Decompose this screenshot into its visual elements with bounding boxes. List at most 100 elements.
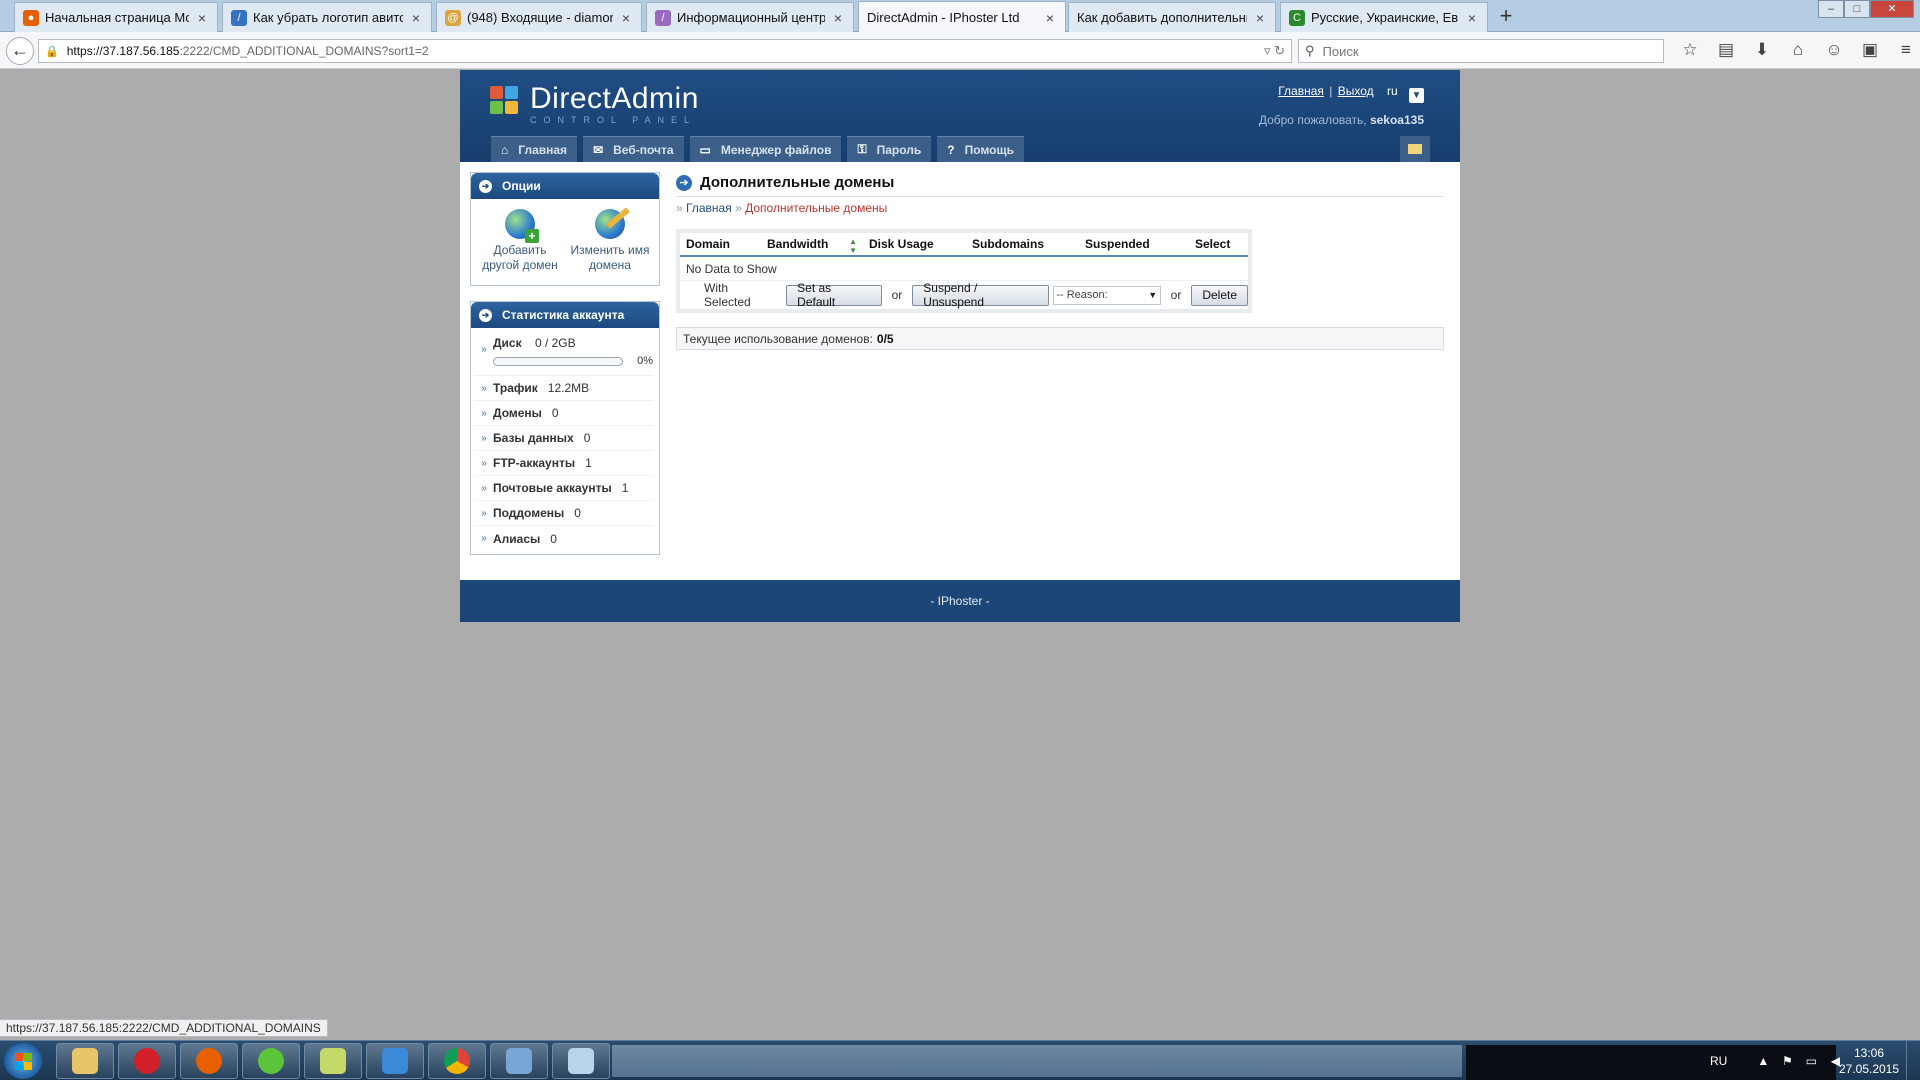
column-domain[interactable]: Domain	[680, 237, 761, 251]
url-bar[interactable]: 🔒 https://37.187.56.185:2222/CMD_ADDITIO…	[38, 39, 1292, 63]
home-icon[interactable]: ⌂	[1780, 40, 1816, 60]
domain-usage-bar: Текущее использование доменов: 0/5	[676, 327, 1444, 350]
tab-title: Русские, Украинские, Евр...	[1311, 10, 1459, 25]
reload-icon[interactable]: ▿ ↻	[1264, 43, 1285, 59]
icq-icon[interactable]	[242, 1043, 300, 1079]
message-envelope-icon[interactable]	[1400, 136, 1430, 162]
search-input[interactable]: ⚲ Поиск	[1298, 39, 1664, 63]
network-app-icon[interactable]	[366, 1043, 424, 1079]
document-app-icon[interactable]	[552, 1043, 610, 1079]
page-footer: - IPhoster -	[460, 580, 1460, 622]
nav-password[interactable]: ⚿ Пароль	[847, 136, 932, 162]
tab-3[interactable]: / Информационный центр ... ×	[646, 2, 854, 32]
set-default-button[interactable]: Set as Default	[786, 281, 882, 309]
tab-4[interactable]: DirectAdmin - IPhoster Ltd ×	[858, 1, 1066, 33]
options-header: ➔ Опции	[471, 173, 659, 199]
show-desktop-button[interactable]	[1906, 1041, 1920, 1080]
reason-select[interactable]: -- Reason: ▼	[1053, 285, 1161, 305]
window-app-icon[interactable]	[490, 1043, 548, 1079]
main-nav: ⌂ Главная ✉ Веб-почта ▭ Менеджер файлов …	[491, 136, 1030, 162]
or-label: or	[891, 288, 903, 302]
column-suspended[interactable]: Suspended	[1079, 237, 1189, 251]
bookmark-star-icon[interactable]: ☆	[1672, 40, 1708, 60]
column-disk-usage[interactable]: Disk Usage	[863, 237, 966, 251]
rename-domain-option[interactable]: Изменить имя домена	[567, 207, 653, 273]
stat-row: » Почтовые аккаунты 1	[475, 476, 653, 501]
close-icon[interactable]: ×	[409, 10, 423, 26]
bookmarks-list-icon[interactable]: ▤	[1708, 40, 1744, 60]
new-tab-button[interactable]: +	[1494, 5, 1518, 27]
tab-5[interactable]: Как добавить дополнительны... ×	[1068, 2, 1276, 32]
page-icon: /	[655, 9, 671, 26]
clock-time: 13:06	[1853, 1046, 1885, 1060]
clock-date: 27.05.2015	[1838, 1062, 1900, 1076]
window-close-icon[interactable]: ✕	[1870, 0, 1914, 18]
suspend-unsuspend-button[interactable]: Suspend / Unsuspend	[912, 281, 1050, 309]
menu-icon[interactable]: ≡	[1888, 40, 1920, 60]
stat-row: » Базы данных 0	[475, 426, 653, 451]
maximize-icon[interactable]: □	[1844, 0, 1870, 18]
stat-value: 0	[551, 406, 559, 420]
flag-icon[interactable]: ⚑	[1777, 1054, 1797, 1068]
tab-title: DirectAdmin - IPhoster Ltd	[867, 10, 1020, 25]
column-bandwidth[interactable]: Bandwidth ▲ ▼	[761, 237, 863, 255]
firefox-taskbar-icon[interactable]	[180, 1043, 238, 1079]
close-icon[interactable]: ×	[831, 10, 845, 26]
delete-button[interactable]: Delete	[1191, 284, 1249, 306]
home-icon: ⌂	[501, 142, 509, 157]
column-subdomains[interactable]: Subdomains	[966, 237, 1079, 251]
page-header: DirectAdmin CONTROL PANEL Главная | Выхо…	[460, 70, 1460, 162]
directadmin-logo[interactable]: DirectAdmin CONTROL PANEL	[490, 84, 699, 125]
sort-arrows-icon: ▲ ▼	[849, 237, 857, 255]
close-icon[interactable]: ×	[195, 10, 209, 26]
close-icon[interactable]: ×	[1465, 10, 1479, 26]
add-domain-option[interactable]: + Добавить другой домен	[477, 209, 563, 273]
nav-file-manager[interactable]: ▭ Менеджер файлов	[689, 136, 842, 162]
start-button-icon[interactable]	[4, 1043, 42, 1079]
keyboard-language[interactable]: RU	[1710, 1054, 1727, 1068]
chrome-icon[interactable]	[428, 1043, 486, 1079]
logout-link[interactable]: Выход	[1338, 84, 1374, 98]
green-c-icon: C	[1289, 9, 1305, 26]
network-icon[interactable]: ▭	[1801, 1054, 1821, 1068]
globe-edit-icon	[595, 207, 630, 239]
chat-icon[interactable]: ☺	[1816, 40, 1852, 60]
header-home-link[interactable]: Главная	[1278, 84, 1324, 98]
download-icon[interactable]: ⬇	[1744, 40, 1780, 60]
header-user-area: Главная | Выход ru ▼ Добро пожаловать, s…	[1259, 84, 1424, 127]
browser-tab-strip: ● Начальная страница Mozi... × / Как убр…	[0, 0, 1920, 33]
disk-stat: » Диск 0 / 2GB 0%	[475, 330, 653, 376]
back-button[interactable]: ←	[6, 37, 34, 65]
minimize-icon[interactable]: –	[1818, 0, 1844, 18]
taskbar-clock[interactable]: 13:06 27.05.2015	[1838, 1045, 1900, 1077]
search-placeholder: Поиск	[1322, 43, 1359, 59]
close-icon[interactable]: ×	[1253, 10, 1267, 26]
extension-icon[interactable]: ▣	[1852, 40, 1888, 60]
nav-label: Главная	[518, 142, 568, 157]
nav-label: Менеджер файлов	[720, 142, 832, 157]
notepad-icon[interactable]	[304, 1043, 362, 1079]
close-icon[interactable]: ×	[619, 10, 633, 26]
search-icon: ⚲	[1305, 43, 1315, 58]
close-icon[interactable]: ×	[1043, 10, 1057, 26]
tab-2[interactable]: @ (948) Входящие - diamond... ×	[436, 2, 642, 32]
bulk-actions-row: With Selected Set as Default or Suspend …	[680, 281, 1249, 309]
page-title: Дополнительные домены	[700, 174, 895, 191]
chevron-down-icon: ▼	[1148, 290, 1158, 300]
with-selected-label: With Selected	[704, 281, 751, 309]
nav-help[interactable]: ? Помощь	[937, 136, 1024, 162]
opera-icon[interactable]	[118, 1043, 176, 1079]
tab-0[interactable]: ● Начальная страница Mozi... ×	[14, 2, 218, 32]
breadcrumb-home-link[interactable]: Главная	[686, 201, 732, 215]
column-select[interactable]: Select	[1189, 237, 1244, 251]
nav-webmail[interactable]: ✉ Веб-почта	[583, 136, 684, 162]
explorer-icon[interactable]	[56, 1043, 114, 1079]
language-code: ru	[1386, 84, 1398, 98]
tab-1[interactable]: / Как убрать логотип авито... ×	[222, 2, 432, 32]
nav-home[interactable]: ⌂ Главная	[491, 136, 578, 162]
breadcrumb-prefix: »	[676, 201, 683, 215]
tab-6[interactable]: C Русские, Украинские, Евр... ×	[1280, 2, 1488, 32]
tray-expand-icon[interactable]: ▲	[1753, 1054, 1773, 1068]
language-dropdown-icon[interactable]: ▼	[1409, 88, 1424, 103]
username: sekoa135	[1369, 113, 1424, 127]
